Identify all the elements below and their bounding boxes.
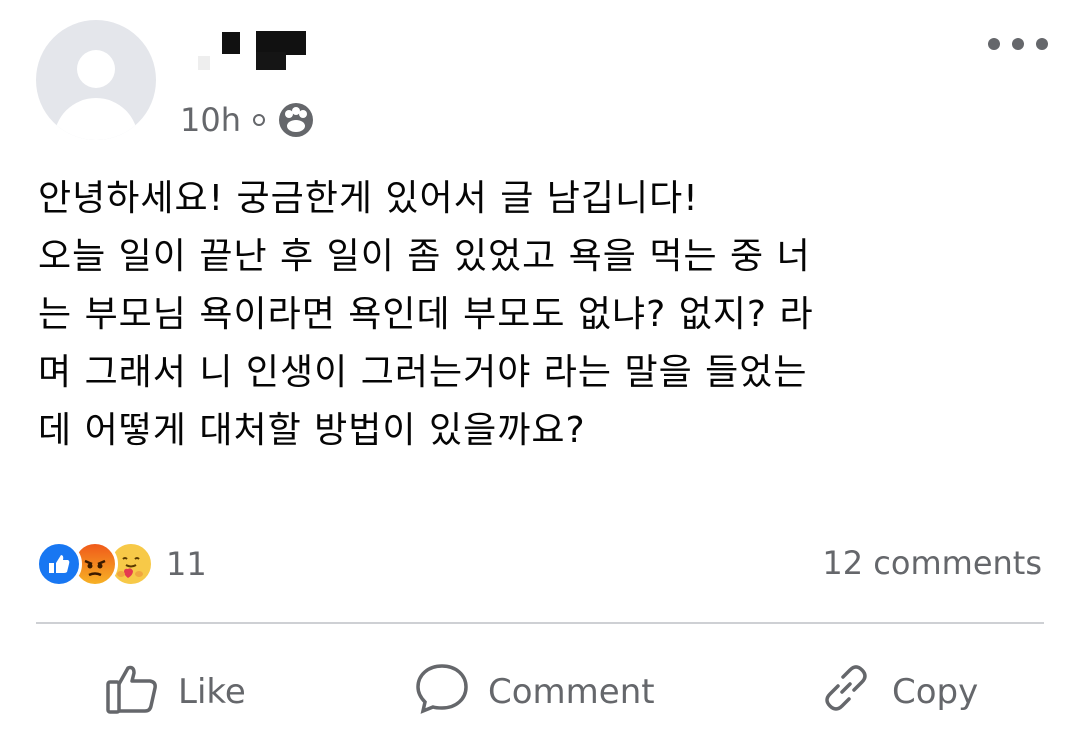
- post-body: 안녕하세요! 궁금한게 있어서 글 남깁니다! 오늘 일이 끝난 후 일이 좀 …: [38, 178, 814, 451]
- like-label: Like: [178, 672, 246, 712]
- copy-label: Copy: [892, 672, 979, 712]
- avatar-shoulders-shape: [54, 98, 138, 140]
- more-dot: [1012, 38, 1024, 50]
- redacted-author-name[interactable]: [190, 26, 320, 78]
- redaction-block: [222, 32, 240, 54]
- redaction-block: [256, 52, 286, 70]
- redaction-block: [198, 56, 210, 70]
- more-options-button[interactable]: [988, 30, 1048, 58]
- comment-label: Comment: [488, 672, 655, 712]
- post-timestamp[interactable]: 10h: [180, 101, 241, 139]
- post-meta: 10h: [180, 98, 315, 142]
- copy-button[interactable]: Copy: [818, 660, 978, 724]
- comment-button[interactable]: Comment: [414, 660, 655, 724]
- comment-bubble-icon: [414, 660, 470, 725]
- like-icon: [36, 541, 82, 587]
- reactions-summary[interactable]: 11: [36, 540, 207, 588]
- more-dot: [1036, 38, 1048, 50]
- divider: [36, 622, 1044, 624]
- separator-dot: [253, 114, 265, 126]
- comments-count[interactable]: 12 comments: [822, 544, 1042, 582]
- link-icon: [818, 660, 874, 725]
- avatar[interactable]: [36, 20, 156, 140]
- friends-icon[interactable]: [277, 101, 315, 139]
- avatar-head-shape: [77, 50, 115, 88]
- like-button[interactable]: Like: [104, 660, 246, 724]
- thumbs-up-icon: [104, 660, 160, 725]
- reaction-count: 11: [166, 545, 207, 583]
- more-dot: [988, 38, 1000, 50]
